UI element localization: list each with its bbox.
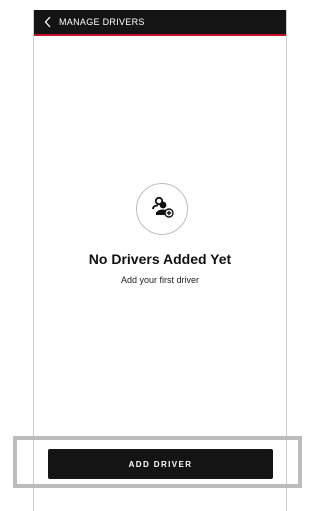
empty-state-subtitle: Add your first driver [120, 275, 200, 285]
empty-state-icon-container [136, 183, 188, 235]
empty-state-title: No Drivers Added Yet [88, 251, 232, 267]
chevron-left-icon[interactable] [44, 16, 54, 28]
add-driver-icon [150, 196, 174, 223]
page: MANAGE DRIVERS No Drivers Added Yet Add … [0, 0, 302, 511]
page-title: MANAGE DRIVERS [59, 17, 145, 27]
app-header: MANAGE DRIVERS [34, 10, 286, 36]
add-driver-button[interactable]: ADD DRIVER [48, 449, 273, 479]
